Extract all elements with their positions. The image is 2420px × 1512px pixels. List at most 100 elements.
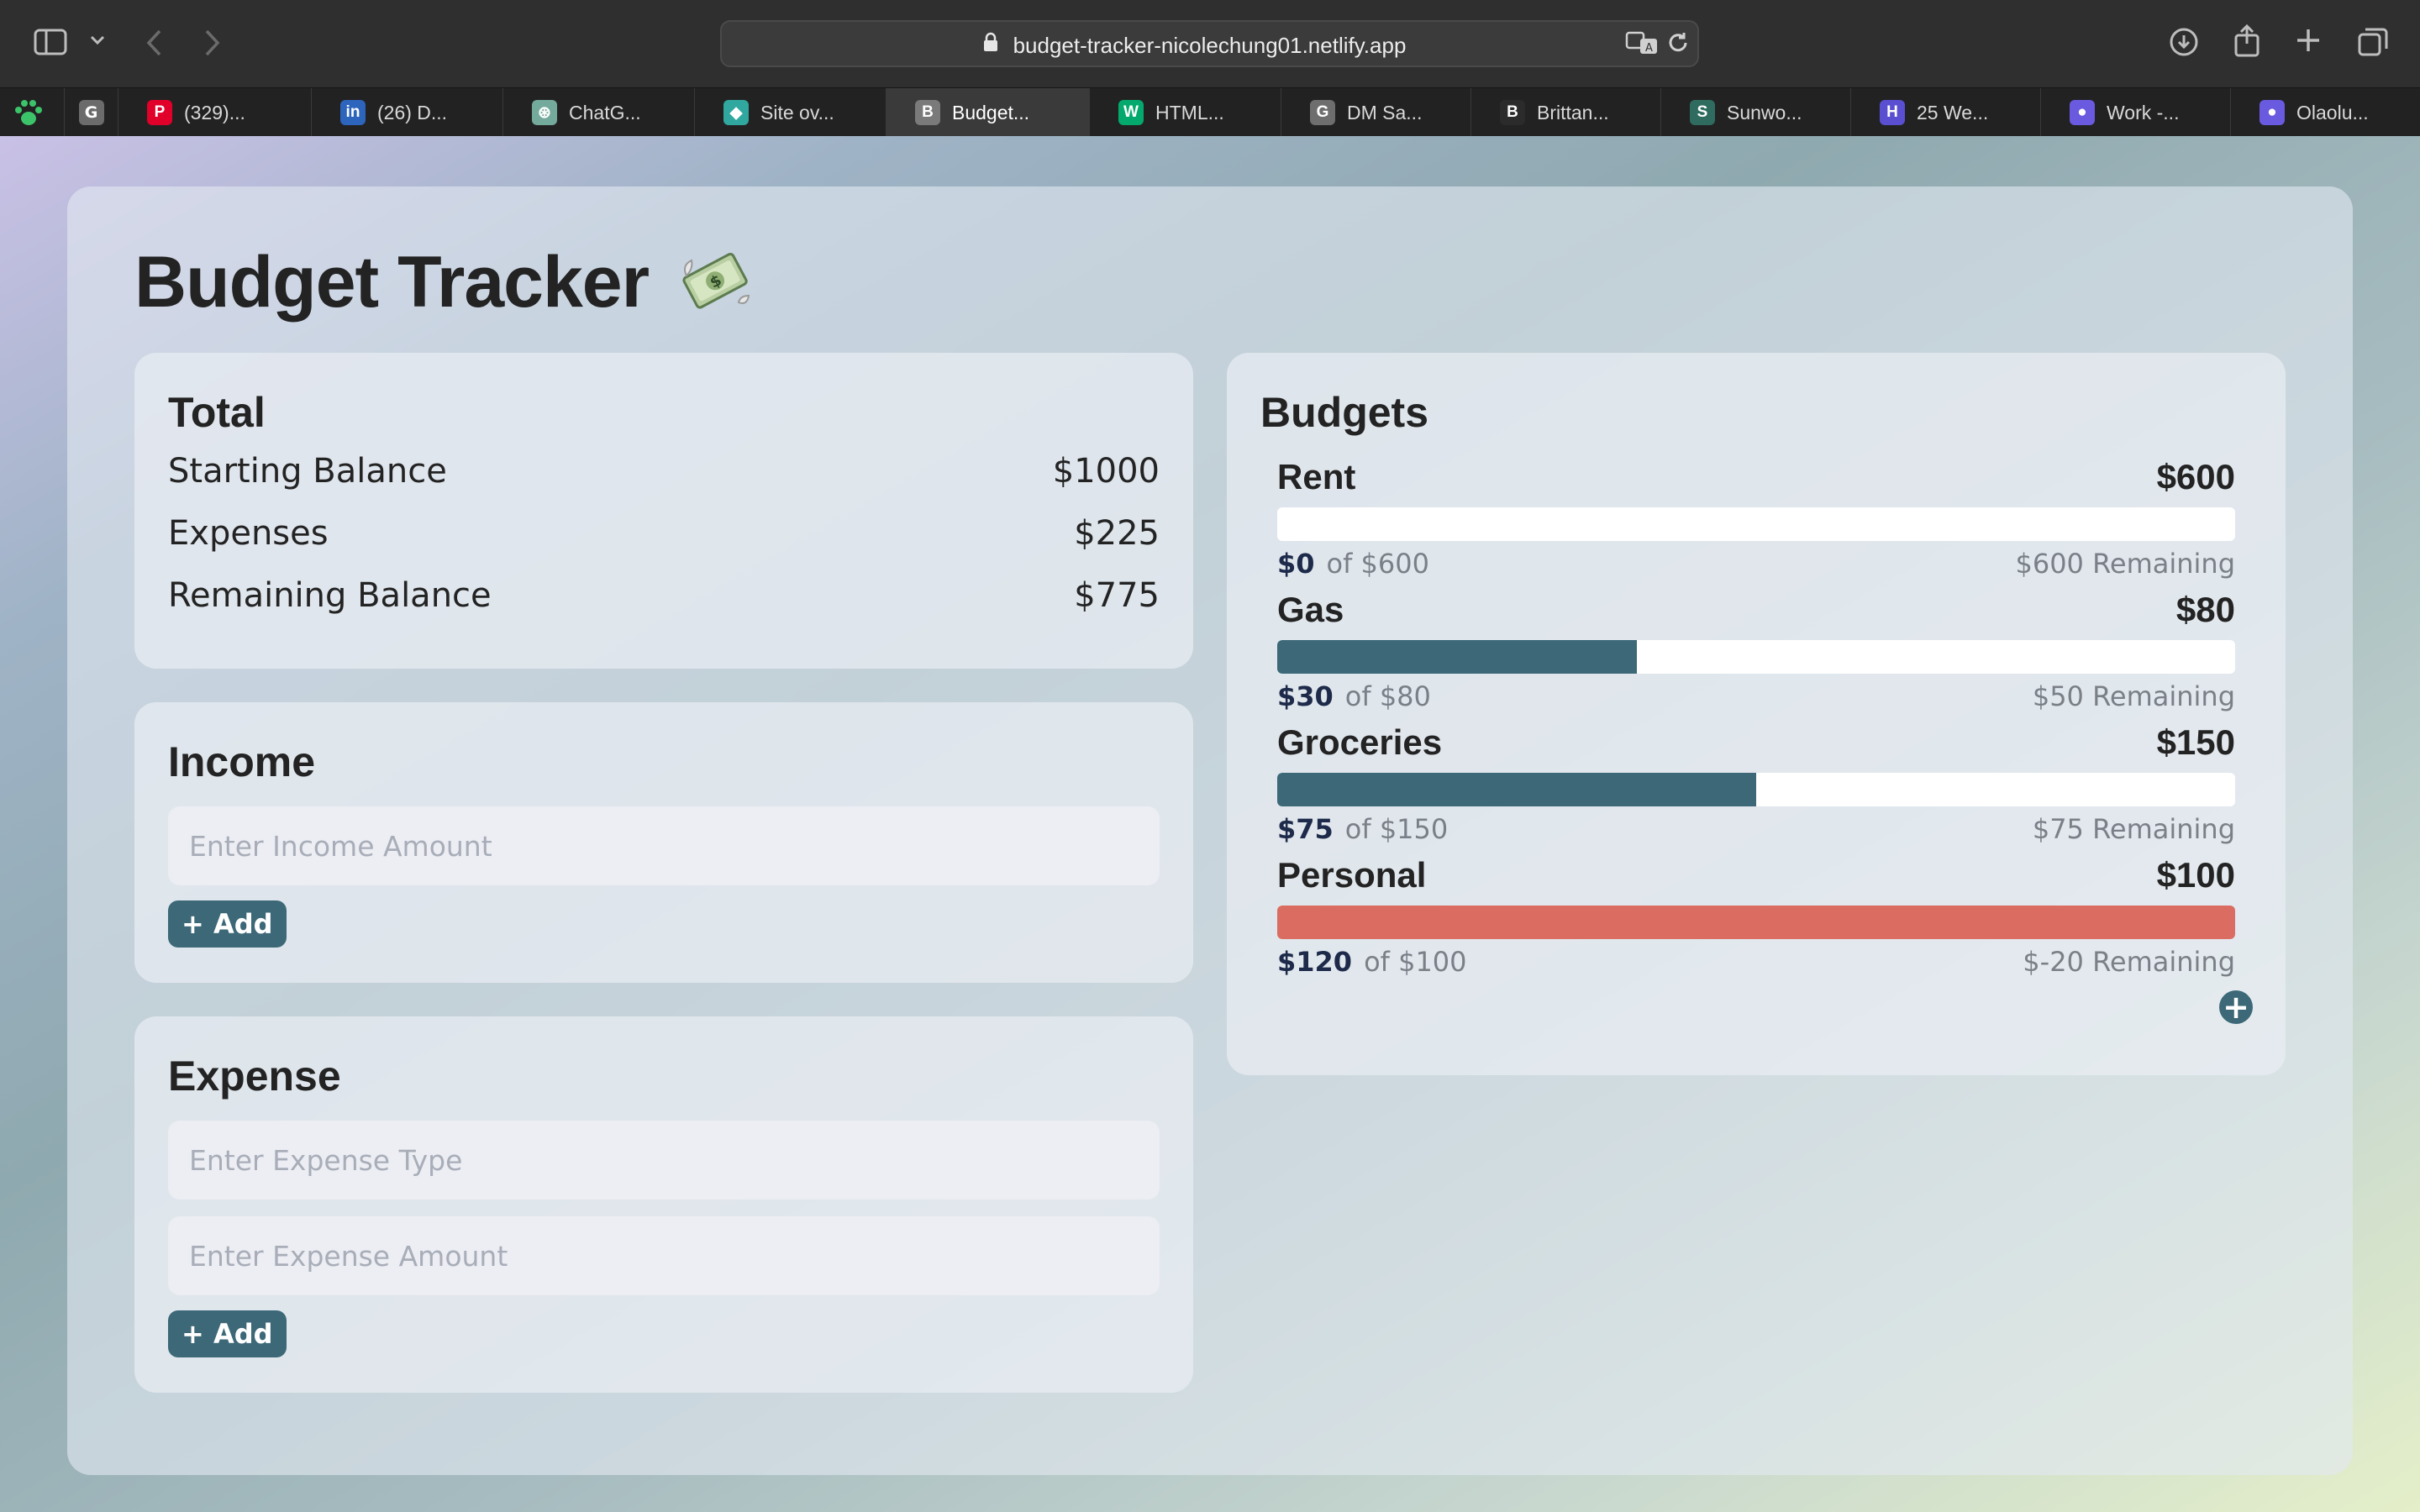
browser-tab[interactable]: ● Work -... (2040, 88, 2230, 137)
page-title-text: Budget Tracker (134, 242, 650, 323)
browser-tab-label: DM Sa... (1347, 101, 1423, 123)
budget-item[interactable]: Gas $80 $30 of $80 $50 Remaining (1277, 590, 2235, 712)
g-icon: G (78, 100, 104, 125)
expense-type-input[interactable] (168, 1121, 1160, 1200)
budget-remaining: $50 Remaining (2032, 680, 2235, 712)
total-card: Total Starting Balance $1000 Expenses $2… (134, 353, 1193, 669)
budget-name: Personal (1277, 855, 1427, 895)
browser-tab[interactable]: H 25 We... (1850, 88, 2040, 137)
budget-limit: $150 (2156, 722, 2235, 762)
budget-spent-group: $75 of $150 (1277, 813, 1448, 845)
budgets-title: Budgets (1260, 389, 1428, 436)
address-bar[interactable]: budget-tracker-nicolechung01.netlify.app (720, 20, 1699, 67)
expense-amount-input[interactable] (168, 1216, 1160, 1295)
google-fonts-icon: G (1310, 100, 1335, 125)
add-expense-button[interactable]: + Add (168, 1310, 287, 1357)
budget-of-limit: of $150 (1344, 813, 1449, 845)
budget-remaining: $600 Remaining (2015, 548, 2235, 580)
behance-icon: B (1500, 100, 1525, 125)
app-container: Budget Tracker $ Total Starting Balance … (67, 186, 2353, 1475)
budget-progress-bar (1277, 507, 2235, 541)
money-with-wings-icon: $ (680, 245, 752, 330)
browser-tab-label: Olaolu... (2296, 101, 2369, 123)
expenses-label: Expenses (168, 514, 329, 553)
expenses-value: $225 (1074, 514, 1160, 553)
browser-tab[interactable]: W HTML... (1089, 88, 1281, 137)
url-text: budget-tracker-nicolechung01.netlify.app (1013, 33, 1407, 58)
share-icon[interactable] (2233, 24, 2260, 57)
budget-header: Gas $80 (1277, 590, 2235, 633)
translate-icon[interactable]: A (1625, 30, 1659, 55)
browser-tab[interactable]: ◆ Site ov... (694, 88, 886, 137)
pinned-tab-grammarly[interactable]: G (64, 88, 118, 137)
browser-tab[interactable]: B Budget... (886, 88, 1089, 137)
browser-tab[interactable]: ● Olaolu... (2230, 88, 2420, 137)
sunwoo-icon: S (1690, 100, 1715, 125)
browser-tab[interactable]: P (329)... (118, 88, 311, 137)
browser-tab-label: (329)... (184, 101, 245, 123)
budget-spent: $30 (1277, 680, 1334, 712)
budget-spent-group: $30 of $80 (1277, 680, 1431, 712)
page-title: Budget Tracker $ (134, 241, 752, 330)
tab-overview-icon[interactable] (2357, 27, 2389, 57)
tab-bar: G P (329)... in (26) D... ⊛ ChatG... ◆ Site ov.… (0, 87, 2420, 137)
budget-header: Rent $600 (1277, 457, 2235, 501)
browser-tab[interactable]: ⊛ ChatG... (502, 88, 694, 137)
browser-tab-label: Brittan... (1537, 101, 1609, 123)
budget-item[interactable]: Rent $600 $0 of $600 $600 Remaining (1277, 457, 2235, 580)
svg-text:A: A (1645, 42, 1653, 55)
budget-spent-group: $120 of $100 (1277, 946, 1467, 978)
add-income-button[interactable]: + Add (168, 900, 287, 948)
budget-name: Groceries (1277, 722, 1443, 762)
income-title: Income (168, 738, 316, 785)
budget-spent-group: $0 of $600 (1277, 548, 1429, 580)
income-amount-input[interactable] (168, 806, 1160, 885)
paw-icon[interactable] (13, 98, 44, 130)
budget-item[interactable]: Personal $100 $120 of $100 $-20 Remaining (1277, 855, 2235, 978)
browser-tab[interactable]: S Sunwo... (1660, 88, 1850, 137)
budget-name: Rent (1277, 457, 1356, 496)
reload-icon[interactable] (1665, 30, 1691, 55)
budget-progress-bar (1277, 906, 2235, 939)
sidebar-toggle-icon[interactable] (34, 29, 67, 55)
w3schools-icon: W (1118, 100, 1144, 125)
browser-tab[interactable]: B Brittan... (1470, 88, 1660, 137)
budget-limit: $100 (2156, 855, 2235, 895)
chevron-down-icon[interactable] (89, 34, 106, 47)
budget-progress-fill (1277, 906, 2235, 939)
budget-name: Gas (1277, 590, 1344, 629)
remaining-balance-label: Remaining Balance (168, 576, 492, 615)
budget-of-limit: of $100 (1364, 946, 1467, 978)
budget-footer: $0 of $600 $600 Remaining (1277, 548, 2235, 580)
chatgpt-icon: ⊛ (532, 100, 557, 125)
download-icon[interactable] (2169, 27, 2199, 57)
remaining-balance-row: Remaining Balance $775 (168, 576, 1160, 615)
budget-item[interactable]: Groceries $150 $75 of $150 $75 Remaining (1277, 722, 2235, 845)
browser-tab-label: HTML... (1155, 101, 1224, 123)
web-icon: H (1880, 100, 1905, 125)
lock-icon (983, 32, 998, 52)
plus-circle-icon[interactable]: + (2219, 990, 2253, 1024)
browser-tab-label: Work -... (2107, 101, 2180, 123)
income-card: Income + Add (134, 702, 1193, 983)
starting-balance-value: $1000 (1052, 452, 1160, 491)
linkedin-icon: in (340, 100, 366, 125)
browser-tab-label: Sunwo... (1727, 101, 1802, 123)
browser-tab[interactable]: in (26) D... (311, 88, 502, 137)
work-pin-icon: ● (2070, 100, 2095, 125)
budget-limit: $600 (2156, 457, 2235, 496)
browser-tab-label: Site ov... (760, 101, 834, 123)
browser-tab[interactable]: G DM Sa... (1281, 88, 1470, 137)
new-tab-icon[interactable] (2295, 27, 2322, 54)
budget-progress-bar (1277, 640, 2235, 674)
olaolu-pin-icon: ● (2260, 100, 2285, 125)
pinterest-icon: P (147, 100, 172, 125)
budget-spent: $0 (1277, 548, 1315, 580)
budget-of-limit: of $600 (1326, 548, 1429, 580)
budget-of-limit: of $80 (1344, 680, 1431, 712)
budget-progress-fill (1277, 640, 1637, 674)
back-arrow-icon[interactable] (145, 29, 163, 57)
budgets-card: Budgets + Rent $600 $0 of $600 $600 Remainin… (1227, 353, 2286, 1075)
budget-header: Groceries $150 (1277, 722, 2235, 766)
forward-arrow-icon[interactable] (203, 29, 222, 57)
